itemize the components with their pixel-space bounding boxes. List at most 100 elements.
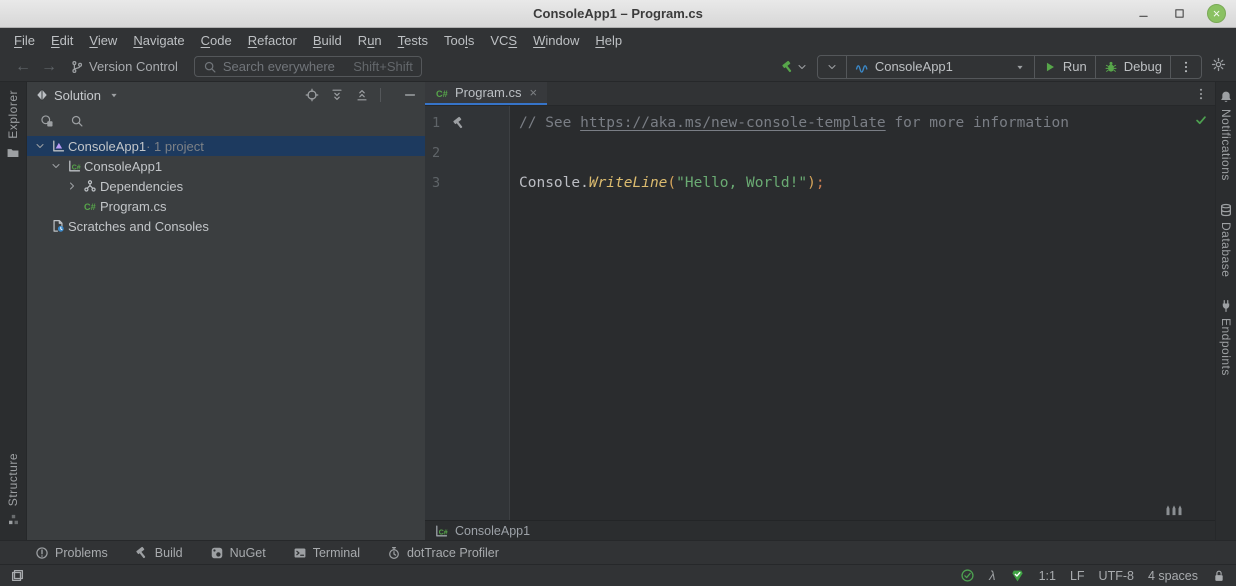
menu-window[interactable]: Window (525, 33, 587, 48)
build-solution-button[interactable] (781, 60, 808, 74)
menu-code[interactable]: Code (193, 33, 240, 48)
solution-icon (48, 139, 68, 153)
bottom-tool-bar: Problems Build NuGet Terminal dotTrace Profi… (0, 540, 1236, 564)
run-config-collapse-button[interactable] (818, 56, 846, 78)
chevron-down-icon[interactable] (48, 160, 64, 172)
view-selector[interactable]: Solution (54, 88, 101, 103)
indent-style[interactable]: 4 spaces (1148, 569, 1198, 583)
debug-button[interactable]: Debug (1095, 56, 1170, 78)
code-editor[interactable]: 1// See https://aka.ms/new-console-templ… (425, 106, 1215, 520)
menu-build[interactable]: Build (305, 33, 350, 48)
code-line-2[interactable]: 2 (425, 138, 1215, 168)
toolwindow-build[interactable]: Build (135, 546, 183, 560)
readonly-toggle[interactable] (1212, 569, 1226, 583)
forward-button[interactable]: → (36, 58, 62, 76)
minimize-button[interactable] (1135, 6, 1151, 22)
token-mth: WriteLine (589, 175, 668, 191)
close-button[interactable]: × (1207, 4, 1226, 23)
tree-item-program-cs[interactable]: C#Program.cs (27, 196, 425, 216)
stripe-label: Endpoints (1219, 318, 1233, 376)
code-line-3[interactable]: 3Console.WriteLine("Hello, World!"); (425, 168, 1215, 198)
check-circle-icon (960, 568, 975, 583)
title-bar[interactable]: ConsoleApp1 – Program.cs × (0, 0, 1236, 28)
menu-file[interactable]: File (6, 33, 43, 48)
run-configuration-selector[interactable]: ConsoleApp1 (846, 56, 1034, 78)
search-placeholder: Search everywhere (223, 59, 335, 74)
pencils-widget-icon[interactable] (1163, 501, 1185, 516)
explorer-stripe-button[interactable]: Explorer (6, 90, 20, 160)
breadcrumb-project[interactable]: ConsoleApp1 (455, 524, 530, 538)
toolwindow-label: Build (155, 546, 183, 560)
inspections-widget[interactable] (1010, 568, 1025, 583)
hammer-icon[interactable] (452, 116, 466, 130)
code-line-1[interactable]: 1// See https://aka.ms/new-console-templ… (425, 108, 1215, 138)
menu-edit[interactable]: Edit (43, 33, 81, 48)
menu-refactor[interactable]: Refactor (240, 33, 305, 48)
tree-item-label: ConsoleApp1 (84, 159, 162, 174)
toolwindow-dottrace-profiler[interactable]: dotTrace Profiler (387, 546, 499, 560)
line-number: 1 (432, 108, 440, 138)
csproj-icon: C# (64, 159, 84, 173)
tab-options-button[interactable] (1194, 82, 1215, 105)
chevron-down-icon[interactable] (796, 61, 808, 73)
menu-navigate[interactable]: Navigate (125, 33, 192, 48)
tree-item-consoleapp1[interactable]: ConsoleApp1 · 1 project (27, 136, 425, 156)
file-encoding-label: UTF-8 (1099, 569, 1134, 583)
toolwindow-terminal[interactable]: Terminal (293, 546, 360, 560)
tree-item-label: Program.cs (100, 199, 166, 214)
locate-file-icon[interactable] (305, 88, 319, 102)
back-button[interactable]: ← (10, 58, 36, 76)
tree-item-consoleapp1[interactable]: C#ConsoleApp1 (27, 156, 425, 176)
tab-label: Program.cs (455, 85, 521, 100)
analysis-ok-indicator[interactable] (960, 568, 975, 583)
search-icon[interactable] (70, 114, 84, 128)
hide-panel-icon[interactable] (403, 88, 417, 102)
version-control-widget[interactable]: Version Control (70, 59, 178, 74)
scope-filter-icon[interactable] (40, 114, 54, 128)
menu-tests[interactable]: Tests (390, 33, 436, 48)
menu-help[interactable]: Help (587, 33, 630, 48)
endpoints-icon (1219, 299, 1233, 313)
lock-icon (1212, 569, 1226, 583)
solution-tree: ConsoleApp1 · 1 projectC#ConsoleApp1Depe… (27, 134, 425, 236)
tree-item-dependencies[interactable]: Dependencies (27, 176, 425, 196)
caret-position[interactable]: 1:1 (1039, 569, 1056, 583)
toolwindow-problems[interactable]: Problems (35, 546, 108, 560)
folder-icon (6, 146, 20, 160)
search-everywhere-box[interactable]: Search everywhere Shift+Shift (194, 56, 422, 77)
stripe-button-database[interactable]: Database (1219, 203, 1233, 277)
tab-program-cs[interactable]: C# Program.cs × (425, 82, 547, 105)
maximize-button[interactable] (1171, 6, 1187, 22)
menu-vcs[interactable]: VCS (482, 33, 525, 48)
version-control-label: Version Control (89, 59, 178, 74)
menu-tools[interactable]: Tools (436, 33, 482, 48)
main-toolbar: ← → Version Control Search everywhere Sh… (0, 52, 1236, 82)
tool-window-layout-button[interactable] (10, 568, 25, 583)
menu-run[interactable]: Run (350, 33, 390, 48)
line-separator[interactable]: LF (1070, 569, 1085, 583)
structure-stripe-button[interactable]: Structure (6, 453, 20, 526)
run-button[interactable]: Run (1034, 56, 1095, 78)
menu-view[interactable]: View (81, 33, 125, 48)
chevron-right-icon[interactable] (64, 180, 80, 192)
more-run-options-button[interactable] (1170, 56, 1201, 78)
settings-button[interactable] (1211, 57, 1226, 77)
chevron-down-icon[interactable] (32, 140, 48, 152)
heap-allocations-indicator[interactable]: λ (989, 568, 995, 583)
collapse-all-icon[interactable] (355, 88, 369, 102)
stripe-button-endpoints[interactable]: Endpoints (1219, 299, 1233, 376)
file-encoding[interactable]: UTF-8 (1099, 569, 1134, 583)
nuget-icon (210, 546, 224, 560)
solution-explorer-toolbar (27, 108, 425, 134)
token-smc: ; (816, 175, 825, 191)
toolwindow-nuget[interactable]: NuGet (210, 546, 266, 560)
status-bar-right: λ 1:1 LF UTF-8 4 spaces (960, 568, 1226, 583)
structure-icon (7, 513, 20, 526)
run-configuration-name: ConsoleApp1 (875, 59, 1008, 74)
tree-item-scratches-and-consoles[interactable]: Scratches and Consoles (27, 216, 425, 236)
dropdown-icon[interactable] (108, 89, 120, 101)
editor-tab-bar: C# Program.cs × (425, 82, 1215, 106)
tab-close-icon[interactable]: × (529, 85, 537, 100)
stripe-button-notifications[interactable]: Notifications (1219, 90, 1233, 181)
expand-all-icon[interactable] (330, 88, 344, 102)
